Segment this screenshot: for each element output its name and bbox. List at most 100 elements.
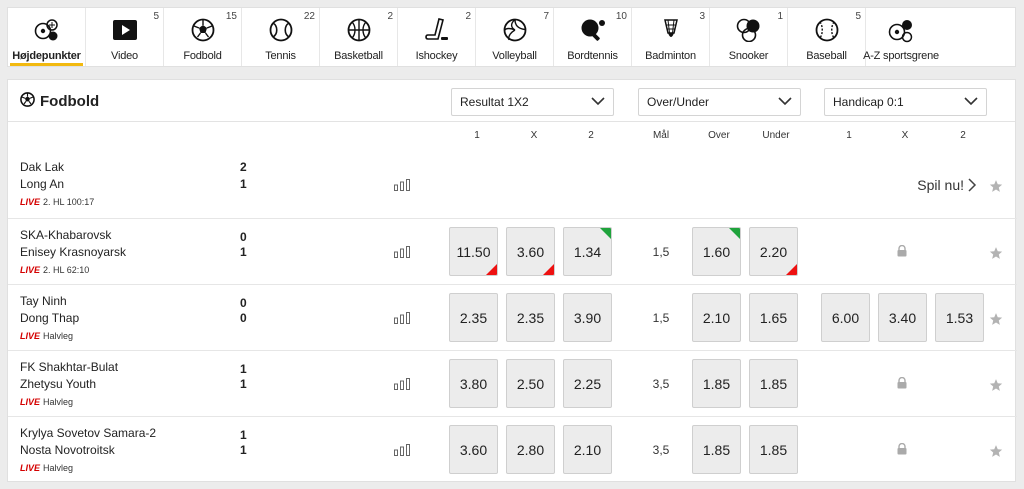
nav-label: Badminton [645,50,696,62]
odds-over-button[interactable]: 1.60 [692,227,741,276]
away-team[interactable]: Zhetysu Youth [20,377,96,391]
odds-under-button[interactable]: 1.85 [749,359,798,408]
home-team[interactable]: FK Shakhtar-Bulat [20,360,118,374]
odds-draw-button[interactable]: 2.50 [506,359,555,408]
odds-draw-button[interactable]: 2.80 [506,425,555,474]
match-status: LIVE Halvleg [20,397,73,407]
away-team[interactable]: Dong Thap [20,311,79,325]
highlights-icon [34,17,60,43]
odds-over-button[interactable]: 1.85 [692,425,741,474]
nav-label: Video [111,50,138,62]
stats-icon[interactable] [394,444,412,456]
nav-item-az-sportsgrene[interactable]: A-Z sportsgrene [863,8,939,66]
favorite-star-icon[interactable] [989,246,1003,260]
nav-count: 22 [303,11,315,22]
icehockey-icon [424,17,450,43]
home-team[interactable]: Krylya Sovetov Samara-2 [20,426,156,440]
favorite-star-icon[interactable] [989,312,1003,326]
nav-item-volleyball[interactable]: 7 Volleyball [476,8,554,66]
odds-up-indicator [600,228,611,239]
odds-value: 3.90 [573,309,602,326]
odds-under-button[interactable]: 2.20 [749,227,798,276]
play-now-link[interactable]: Spil nu! [917,177,977,193]
favorite-star-icon[interactable] [989,378,1003,392]
nav-item-snooker[interactable]: 1 Snooker [710,8,788,66]
odds-down-indicator [786,264,797,275]
nav-item-baseball[interactable]: 5 Baseball [788,8,866,66]
odds-home-button[interactable]: 2.35 [449,293,498,342]
sport-title: Fodbold [20,92,99,111]
odds-value: 2.10 [702,309,731,326]
home-team[interactable]: Dak Lak [20,160,64,174]
all-sports-icon [888,17,914,43]
chevron-right-icon [968,178,977,192]
match-status: LIVE Halvleg [20,463,73,473]
nav-label: Højdepunkter [12,50,81,62]
tennis-icon [268,17,294,43]
nav-item-video[interactable]: 5 Video [86,8,164,66]
odds-value: 1.53 [945,309,974,326]
odds-away-button[interactable]: 1.34 [563,227,612,276]
market-select-label: Handicap 0:1 [833,95,904,109]
odds-away-button[interactable]: 2.10 [563,425,612,474]
chevron-down-icon [591,97,605,106]
odds-away-button[interactable]: 3.90 [563,293,612,342]
odds-value: 2.20 [759,243,788,260]
badminton-icon [658,17,684,43]
goal-line: 3,5 [652,443,670,457]
sport-title-text: Fodbold [40,93,100,110]
chevron-down-icon [778,97,792,106]
odds-under-button[interactable]: 1.85 [749,425,798,474]
odds-draw-button[interactable]: 3.60 [506,227,555,276]
odds-handicap-home-button[interactable]: 6.00 [821,293,870,342]
odds-home-button[interactable]: 3.80 [449,359,498,408]
football-icon [20,92,35,111]
stats-icon[interactable] [394,179,412,191]
away-team[interactable]: Enisey Krasnoyarsk [20,245,126,259]
home-team[interactable]: SKA-Khabarovsk [20,228,111,242]
odds-home-button[interactable]: 3.60 [449,425,498,474]
live-badge: LIVE [20,397,41,407]
nav-item-tennis[interactable]: 22 Tennis [242,8,320,66]
col-header-goals: Mål [652,130,670,141]
away-team[interactable]: Nosta Novotroitsk [20,443,115,457]
favorite-star-icon[interactable] [989,444,1003,458]
market-select-1x2[interactable]: Resultat 1X2 [451,88,614,116]
nav-item-ishockey[interactable]: 2 Ishockey [398,8,476,66]
snooker-icon [736,17,762,43]
market-select-handicap[interactable]: Handicap 0:1 [824,88,987,116]
market-select-over-under[interactable]: Over/Under [638,88,801,116]
stats-icon[interactable] [394,378,412,390]
match-row: Krylya Sovetov Samara-2 Nosta Novotroits… [8,416,1017,482]
nav-item-hoejdepunkter[interactable]: Højdepunkter [8,8,86,66]
odds-over-button[interactable]: 1.85 [692,359,741,408]
odds-value: 2.80 [516,441,545,458]
match-status: LIVE 2. HL 62:10 [20,265,89,275]
stats-icon[interactable] [394,246,412,258]
nav-item-badminton[interactable]: 3 Badminton [632,8,710,66]
stats-icon[interactable] [394,312,412,324]
col-header-hcp-1: 1 [846,130,852,141]
home-team[interactable]: Tay Ninh [20,294,67,308]
odds-handicap-away-button[interactable]: 1.53 [935,293,984,342]
nav-item-basketball[interactable]: 2 Basketball [320,8,398,66]
odds-value: 2.35 [459,309,488,326]
odds-handicap-draw-button[interactable]: 3.40 [878,293,927,342]
odds-value: 1.85 [759,375,788,392]
away-team[interactable]: Long An [20,177,64,191]
odds-away-button[interactable]: 2.25 [563,359,612,408]
match-time: Halvleg [43,331,74,341]
odds-home-button[interactable]: 11.50 [449,227,498,276]
market-select-label: Over/Under [647,95,710,109]
nav-count: 2 [387,11,393,22]
home-score: 1 [240,428,247,442]
odds-over-button[interactable]: 2.10 [692,293,741,342]
home-score: 1 [240,362,247,376]
away-score: 1 [240,443,247,457]
nav-item-fodbold[interactable]: 15 Fodbold [164,8,242,66]
nav-item-bordtennis[interactable]: 10 Bordtennis [554,8,632,66]
play-now-label: Spil nu! [917,177,964,193]
odds-under-button[interactable]: 1.65 [749,293,798,342]
favorite-star-icon[interactable] [989,179,1003,193]
odds-draw-button[interactable]: 2.35 [506,293,555,342]
